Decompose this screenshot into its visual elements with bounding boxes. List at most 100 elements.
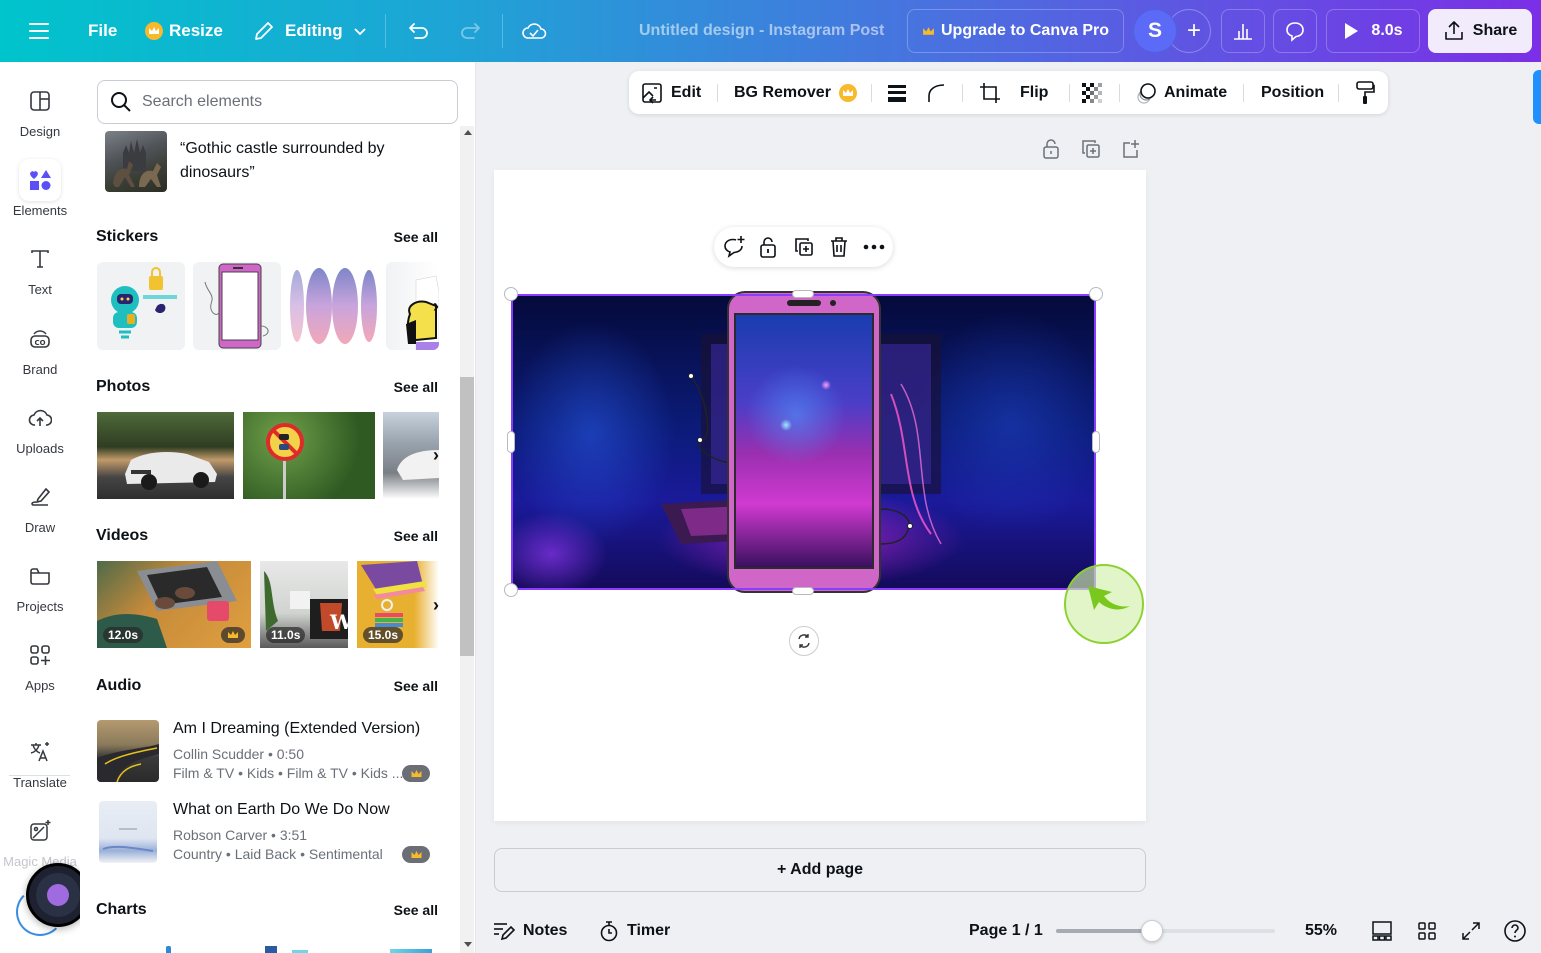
rail-label: Draw [24,520,56,535]
position-button[interactable]: Position [1261,71,1324,114]
scroll-down-arrow-icon[interactable] [464,942,472,947]
resize-handle-top-right[interactable] [1089,287,1103,301]
add-new-page-button[interactable] [1121,139,1141,159]
scroll-up-arrow-icon[interactable] [464,130,472,135]
zoom-slider-knob[interactable] [1141,920,1164,942]
notes-button[interactable]: Notes [493,914,567,948]
edit-image-button[interactable]: Edit [641,71,701,114]
stickers-next-arrow-icon[interactable]: › [425,295,447,317]
crown-icon [145,22,163,40]
page-view-button[interactable] [1370,919,1394,943]
lock-element-button[interactable] [756,235,780,259]
animate-icon [1137,82,1156,104]
flip-label: Flip [1020,83,1049,101]
delete-element-button[interactable] [827,235,851,259]
rail-item-apps[interactable]: Apps [0,634,80,706]
toolbar-divider [717,84,718,102]
zoom-slider[interactable] [1056,920,1275,942]
page-indicator-button[interactable]: Page 1 / 1 [969,914,1043,948]
photos-see-all-link[interactable]: See all [394,379,438,395]
charts-see-all-link[interactable]: See all [394,902,438,918]
rail-item-uploads[interactable]: Uploads [0,397,80,469]
videos-see-all-link[interactable]: See all [394,528,438,544]
grid-view-icon [1418,922,1436,940]
stickers-section-header: Stickers See all [96,228,438,246]
sticker-smartphone[interactable] [193,262,281,350]
bg-remover-button[interactable]: BG Remover [734,71,857,114]
photos-next-arrow-icon[interactable]: › [425,444,447,466]
rail-item-projects[interactable]: Projects [0,555,80,627]
resize-handle-right[interactable] [1092,431,1100,453]
resize-handle-bottom[interactable] [792,587,814,595]
rail-item-draw[interactable]: Draw [0,476,80,548]
search-elements-field[interactable] [97,80,458,124]
grid-view-button[interactable] [1415,919,1439,943]
video-plant-laptop[interactable]: W 11.0s [260,561,348,648]
svg-text:CO: CO [34,339,45,347]
avatar-initial: S [1147,19,1162,42]
resize-handle-bottom-left[interactable] [504,583,518,597]
rail-item-elements[interactable]: Elements [0,159,80,231]
add-page-button[interactable]: + Add page [494,848,1146,892]
rail-item-brand[interactable]: CO Brand [0,318,80,390]
rail-label: Apps [25,678,55,693]
copy-style-button[interactable] [1354,71,1376,114]
duplicate-icon [1082,140,1100,158]
sticker-robot-lock[interactable] [97,262,185,350]
corner-rounding-button[interactable] [926,71,948,114]
resize-button[interactable]: Resize [145,0,223,62]
toolbar-divider [1338,84,1339,102]
rotate-handle[interactable] [789,626,819,656]
right-side-tab[interactable] [1533,70,1541,124]
flip-button[interactable]: Flip [1020,71,1048,114]
ai-image-suggestion[interactable]: “Gothic castle surrounded by dinosaurs” [105,131,430,192]
fullscreen-button[interactable] [1459,919,1483,943]
share-button[interactable]: Share [1428,9,1532,53]
audio-see-all-link[interactable]: See all [394,678,438,694]
upgrade-pro-button[interactable]: Upgrade to Canva Pro [907,9,1124,53]
comments-button[interactable] [1273,9,1317,53]
timer-button[interactable]: Timer [599,914,670,948]
resize-handle-left[interactable] [507,431,515,453]
zoom-percent-button[interactable]: 55% [1305,914,1337,948]
redo-button[interactable] [458,0,482,62]
stickers-see-all-link[interactable]: See all [394,229,438,245]
sticker-gradient-ovals[interactable] [289,262,377,350]
rail-item-design[interactable]: Design [0,80,80,152]
design-title[interactable]: Untitled design - Instagram Post [639,0,884,62]
user-avatar[interactable]: S [1133,9,1177,53]
search-elements-input[interactable] [142,93,442,111]
border-style-button[interactable] [886,71,908,114]
main-menu-button[interactable] [28,0,50,62]
resize-handle-top[interactable] [792,290,814,298]
help-button[interactable] [1503,919,1527,943]
rail-item-text[interactable]: Text [0,238,80,310]
video-laptop-typing[interactable]: 12.0s [97,561,251,648]
duplicate-page-button[interactable] [1081,139,1101,159]
rail-item-translate[interactable]: Translate [0,731,80,803]
file-menu-button[interactable]: File [88,0,117,62]
transparency-button[interactable] [1080,71,1104,114]
duplicate-element-button[interactable] [792,235,816,259]
ai-image-thumbnail [105,131,167,192]
add-comment-button[interactable] [722,235,746,259]
save-status-button[interactable] [521,0,547,62]
lock-page-button[interactable] [1041,139,1061,159]
crop-button[interactable] [978,71,1002,114]
section-title: Audio [96,677,142,694]
panel-scrollbar-thumb[interactable] [460,377,474,656]
insights-button[interactable] [1221,9,1265,53]
audio-track-item[interactable]: Am I Dreaming (Extended Version) Collin … [97,720,437,784]
resize-handle-top-left[interactable] [504,287,518,301]
present-play-button[interactable]: 8.0s [1326,9,1420,53]
rail-label: Elements [12,203,68,218]
photo-white-car[interactable] [97,412,234,499]
undo-button[interactable] [407,0,431,62]
audio-track-item[interactable]: What on Earth Do We Do Now Robson Carver… [97,801,437,865]
folder-icon [30,568,50,585]
editing-mode-dropdown[interactable]: Editing [253,0,367,62]
animate-button[interactable]: Animate [1134,71,1227,114]
videos-next-arrow-icon[interactable]: › [425,594,447,616]
photo-traffic-sign[interactable] [243,412,375,499]
more-options-button[interactable] [862,235,886,259]
